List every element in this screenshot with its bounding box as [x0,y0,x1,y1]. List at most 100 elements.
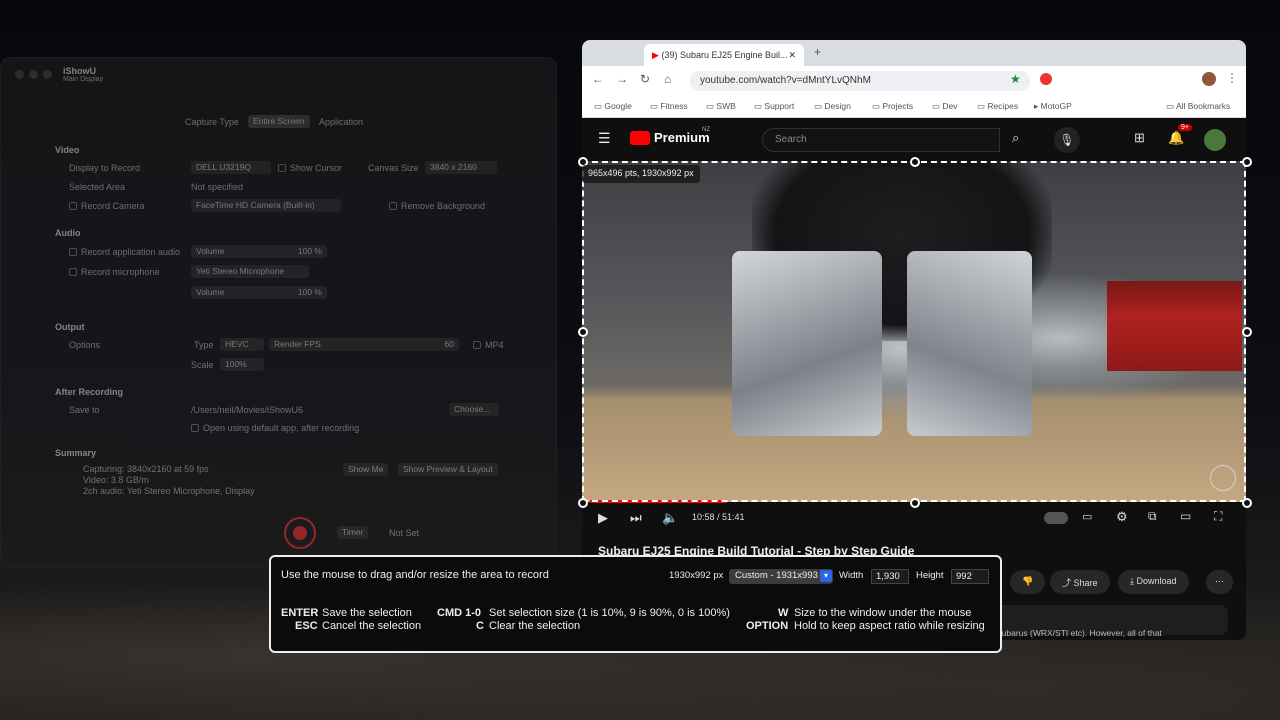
mic-select[interactable]: Yeti Stereo Microphone [191,265,309,278]
height-field[interactable]: 992 [951,569,989,584]
reload-icon[interactable]: ↻ [640,72,650,86]
menu-kebab-icon[interactable]: ⋮ [1226,71,1238,85]
w-key-desc: Size to the window under the mouse [794,607,972,619]
all-bookmarks[interactable]: ▭ All Bookmarks [1166,101,1230,112]
home-icon[interactable]: ⌂ [664,72,671,86]
record-camera-checkbox[interactable]: Record Camera [69,201,145,211]
settings-gear-icon[interactable]: ⚙ [1116,509,1128,525]
checkbox-icon [278,164,286,172]
volume-icon[interactable]: 🔈 [662,510,678,526]
mic-volume-field[interactable]: Volume 100 % [191,286,327,299]
bookmark-design[interactable]: ▭ Design [814,101,851,112]
checkbox-icon [69,268,77,276]
app-title: iShowU [63,66,96,76]
mic-icon[interactable]: 🎙 [1054,127,1080,153]
mp4-checkbox[interactable]: MP4 [473,340,504,350]
next-icon[interactable]: ⏭ [630,510,642,526]
resize-handle-right[interactable] [1242,327,1252,337]
download-button[interactable]: ⤓ Download [1118,570,1189,594]
captions-icon[interactable]: ▭ [1082,510,1092,523]
resize-handle-left[interactable] [578,327,588,337]
user-avatar[interactable] [1204,129,1226,151]
record-button[interactable] [284,517,316,549]
tab-youtube[interactable]: ▶ (39) Subaru EJ25 Engine Buil... ✕ [644,44,804,66]
bookmark-dev[interactable]: ▭ Dev [932,101,958,112]
scale-select[interactable]: 100% [220,358,264,371]
show-preview-button[interactable]: Show Preview & Layout [398,463,498,476]
bookmark-support[interactable]: ▭ Support [754,101,794,112]
render-fps-field[interactable]: Render FPS 60 [269,338,459,351]
option-key-label: OPTION [746,620,789,632]
bookmark-recipes[interactable]: ▭ Recipes [977,101,1018,112]
bookmark-motogp[interactable]: ▸ MotoGP [1034,101,1072,112]
play-icon[interactable]: ▶ [598,510,608,526]
profile-avatar[interactable] [1202,72,1216,86]
opera-extension-icon[interactable] [1040,73,1052,85]
volume-label: Volume [196,287,225,297]
app-subtitle: Main Display [63,76,104,83]
app-volume-field[interactable]: Volume 100 % [191,245,327,258]
miniplayer-icon[interactable]: ⧉ [1148,509,1157,524]
back-icon[interactable]: ← [592,72,604,86]
pixel-size-readout: 1930x992 px [669,570,724,581]
show-cursor-checkbox[interactable]: Show Cursor [278,163,342,173]
youtube-search-input[interactable]: Search [762,128,1000,152]
summary-line-3: 2ch audio: Yeti Stereo Microphone, Displ… [83,486,255,496]
selection-instructions-panel: Use the mouse to drag and/or resize the … [269,555,1002,653]
youtube-logo-icon[interactable] [630,131,650,145]
bookmark-swb[interactable]: ▭ SWB [706,101,736,112]
bookmark-label: Fitness [660,101,688,111]
more-actions-icon[interactable]: ⋯ [1206,570,1233,594]
hamburger-menu-icon[interactable]: ☰ [598,130,611,147]
notifications-bell-icon[interactable]: 🔔 [1168,130,1184,146]
esc-key-label: ESC [295,620,318,632]
show-cursor-label: Show Cursor [290,163,343,173]
create-icon[interactable]: ⊞ [1134,130,1145,146]
address-bar[interactable]: youtube.com/watch?v=dMntYLvQNhM [690,71,1030,91]
open-default-checkbox[interactable]: Open using default app, after recording [191,423,359,433]
show-me-button[interactable]: Show Me [343,463,389,476]
camera-select[interactable]: FaceTime HD Camera (Built-in) [191,199,341,212]
record-mic-checkbox[interactable]: Record microphone [69,267,160,277]
bookmark-google[interactable]: ▭ Google [594,101,632,112]
dislike-button[interactable]: 👎 [1010,570,1046,594]
selected-area-value: Not specified [191,182,244,192]
bookmark-star-icon[interactable]: ★ [1010,72,1021,86]
tab-application[interactable]: Application [319,117,363,127]
resize-handle-bottom-right[interactable] [1242,498,1252,508]
forward-icon[interactable]: → [616,72,628,86]
tab-entire-screen[interactable]: Entire Screen [248,115,310,128]
theater-mode-icon[interactable]: ▭ [1180,509,1191,523]
c-key-label: C [476,620,484,632]
width-field[interactable]: 1,930 [871,569,909,584]
timer-button[interactable]: Timer [337,526,369,539]
open-default-label: Open using default app, after recording [203,423,360,433]
bookmark-fitness[interactable]: ▭ Fitness [650,101,688,112]
new-tab-icon[interactable]: + [814,45,821,59]
resize-handle-bottom[interactable] [910,498,920,508]
bookmarks-bar: ▭ Google ▭ Fitness ▭ SWB ▭ Support ▭ Des… [582,96,1246,118]
choose-button[interactable]: Choose... [449,403,499,416]
size-preset-select[interactable]: Custom - 1931x993 ▾ [729,569,833,584]
remove-background-checkbox[interactable]: Remove Background [389,201,485,211]
resize-handle-top-right[interactable] [1242,157,1252,167]
record-app-audio-checkbox[interactable]: Record application audio [69,247,180,257]
resize-handle-bottom-left[interactable] [578,498,588,508]
resize-handle-top[interactable] [910,157,920,167]
bookmark-projects[interactable]: ▭ Projects [872,101,913,112]
url-text: youtube.com/watch?v=dMntYLvQNhM [700,75,871,86]
canvas-size-select[interactable]: 3840 x 2160 [425,161,497,174]
checkbox-icon [191,424,199,432]
remove-background-label: Remove Background [401,201,486,211]
close-tab-icon[interactable]: ✕ [788,50,796,61]
autoplay-toggle[interactable] [1044,512,1068,524]
close-window-dot[interactable] [15,70,24,79]
fullscreen-icon[interactable]: ⛶ [1214,509,1222,524]
zoom-window-dot[interactable] [43,70,52,79]
minimize-window-dot[interactable] [29,70,38,79]
display-select[interactable]: DELL U3219Q [191,161,271,174]
type-select[interactable]: HEVC [220,338,264,351]
search-icon[interactable]: ⌕ [1012,130,1019,146]
share-button[interactable]: ⤴ Share [1050,570,1110,594]
selection-rectangle[interactable] [578,157,1252,508]
